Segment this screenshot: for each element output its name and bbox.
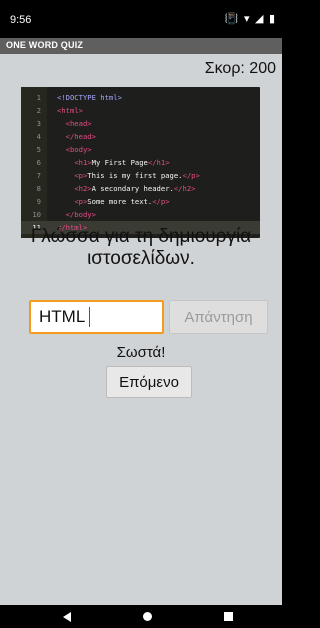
home-icon[interactable] (143, 612, 152, 621)
code-line: 8 <h2>A secondary header.</h2> (21, 182, 260, 195)
text-cursor (89, 307, 90, 327)
code-line-text: <h1>My First Page</h1> (74, 158, 170, 167)
code-line-number: 5 (36, 145, 41, 154)
answer-button[interactable]: Απάντηση (169, 300, 268, 334)
next-button[interactable]: Επόμενο (106, 366, 192, 398)
code-line-number: 7 (36, 171, 41, 180)
code-line-text: <body> (65, 145, 92, 154)
status-bar: 9:56 📳 ▾ ◢ ▮ (0, 0, 282, 38)
battery-icon: ▮ (268, 12, 276, 25)
code-line-text: <head> (65, 119, 92, 128)
code-line-text: <!DOCTYPE html> (57, 93, 122, 102)
code-line-number: 6 (36, 158, 41, 167)
app-title: ONE WORD QUIZ (6, 40, 84, 50)
score-label: Σκορ: 200 (204, 60, 276, 77)
code-line-text: </head> (65, 132, 96, 141)
code-snippet-image: 1 <!DOCTYPE html> 2 <html> 3 <head> 4 </head>… (21, 87, 260, 238)
status-time: 9:56 (10, 14, 32, 26)
code-line: 1 <!DOCTYPE html> (21, 91, 260, 104)
code-line-number: 8 (36, 184, 41, 193)
code-line: 2 <html> (21, 104, 260, 117)
code-line-text: <h2>A secondary header.</h2> (74, 184, 196, 193)
code-line: 10 </body> (21, 208, 260, 221)
vibrate-icon: 📳 (224, 12, 240, 25)
code-line: 5 <body> (21, 143, 260, 156)
code-line-number: 2 (36, 106, 41, 115)
code-line: 4 </head> (21, 130, 260, 143)
question-line-2: ιστοσελίδων. (87, 248, 195, 269)
code-line-text: <html> (57, 106, 83, 115)
code-line-text: <p>This is my first page.</p> (74, 171, 200, 180)
question-line-1: Γλώσσα για τη δημιουργία (30, 226, 252, 247)
code-line: 7 <p>This is my first page.</p> (21, 169, 260, 182)
code-line-number: 3 (36, 119, 41, 128)
code-line-text: </body> (65, 210, 96, 219)
status-icons: 📳 ▾ ◢ ▮ (225, 12, 276, 25)
signal-icon: ◢ (254, 12, 265, 25)
code-line: 9 <p>Some more text.</p> (21, 195, 260, 208)
wifi-icon: ▾ (243, 12, 251, 25)
code-line-number: 1 (36, 93, 41, 102)
code-line-number: 10 (32, 210, 41, 219)
code-line: 3 <head> (21, 117, 260, 130)
quiz-screen: Σκορ: 200 1 <!DOCTYPE html> 2 <html> 3 <head… (0, 54, 282, 605)
navigation-bar (0, 605, 282, 628)
code-line: 6 <h1>My First Page</h1> (21, 156, 260, 169)
app-bar: ONE WORD QUIZ (0, 38, 282, 54)
code-line-text: <p>Some more text.</p> (74, 197, 170, 206)
question-text: Γλώσσα για τη δημιουργία ιστοσελίδων. (0, 226, 282, 270)
recent-apps-icon[interactable] (224, 612, 233, 621)
code-line-number: 9 (36, 197, 41, 206)
code-line-number: 4 (36, 132, 41, 141)
feedback-text: Σωστά! (116, 344, 166, 361)
back-icon[interactable] (63, 612, 71, 622)
answer-input[interactable] (29, 300, 164, 334)
